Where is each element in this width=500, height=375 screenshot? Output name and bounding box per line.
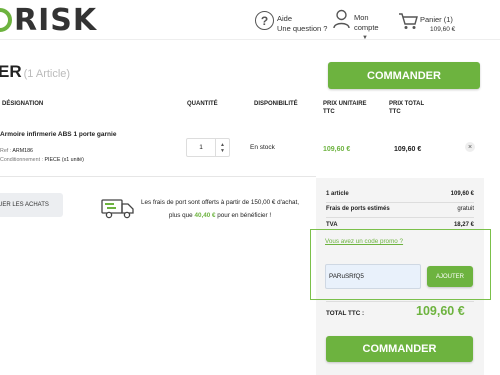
account-text: Mon compte ▼: [354, 13, 379, 43]
summary-tva: TVA 18,27 €: [326, 222, 474, 228]
shipping-value: gratuit: [457, 206, 474, 212]
header-total-price-line1: PRIX TOTAL: [389, 101, 425, 107]
tva-value: 18,27 €: [453, 222, 474, 228]
cond-label: Conditionnement :: [0, 156, 43, 163]
summary-divider: [326, 301, 474, 302]
logo-ring: [0, 8, 12, 32]
help-text: Aide Une question ?: [277, 14, 327, 34]
product-meta: Ref : ARM186 Conditionnement : PIECE (x1…: [0, 147, 84, 164]
logo-text: RISK: [14, 2, 98, 38]
header-availability: DISPONIBILITÉ: [254, 101, 298, 107]
account-line1: Mon: [354, 13, 369, 22]
availability-status: En stock: [250, 144, 275, 151]
help-link[interactable]: ? Aide Une question ?: [255, 9, 327, 34]
cart-total: 109,60 €: [430, 26, 456, 33]
help-line2: Une question ?: [277, 24, 328, 33]
commander-button-top[interactable]: COMMANDER: [328, 62, 480, 89]
header-designation: DÉSIGNATION: [2, 101, 44, 107]
chevron-down-icon[interactable]: ▼: [220, 148, 225, 154]
header-unit-price: PRIX UNITAIRE TTC: [323, 100, 367, 116]
unit-price: 109,60 €: [323, 146, 351, 153]
summary-shipping: Frais de ports estimés gratuit: [326, 206, 474, 212]
header-unit-price-line1: PRIX UNITAIRE: [323, 101, 367, 107]
shipping-line2-post: pour en bénéficier !: [217, 212, 272, 219]
row-divider: [0, 176, 316, 177]
total-label: TOTAL TTC :: [326, 310, 365, 317]
articles-label: 1 article: [326, 191, 349, 197]
cart-icon: [399, 13, 418, 29]
summary-articles: 1 article 109,60 €: [326, 191, 474, 197]
page-title-text: ER: [0, 62, 22, 81]
cart-text: Panier (1) 109,60 €: [420, 15, 455, 35]
total-value: 109,60 €: [416, 304, 465, 318]
ref-label: Ref :: [0, 148, 12, 154]
summary-divider: [326, 202, 474, 203]
total-price: 109,60 €: [394, 146, 422, 153]
help-line1: Aide: [277, 14, 293, 23]
logo[interactable]: RISK: [0, 2, 98, 38]
account-icon: [333, 9, 350, 29]
articles-value: 109,60 €: [450, 191, 474, 197]
account-link[interactable]: Mon compte ▼: [333, 9, 379, 43]
account-line2: compte: [354, 23, 379, 32]
quantity-input[interactable]: 1: [187, 139, 215, 156]
shipping-remaining-amount: 40,40 €: [194, 212, 216, 219]
chevron-down-icon: ▼: [362, 35, 368, 41]
cart-label: Panier (1): [420, 15, 453, 24]
truck-icon: [101, 199, 134, 219]
shipping-info: Les frais de port sont offerts à partir …: [135, 196, 305, 222]
page-title: ER (1 Article): [0, 62, 70, 82]
ref-value: ARM186: [12, 148, 33, 154]
quantity-stepper[interactable]: 1 ▲ ▼: [186, 138, 230, 157]
promo-highlight-box: [310, 229, 491, 300]
cond-value: PIECE (x1 unité): [44, 156, 84, 163]
header-quantity: QUANTITÉ: [187, 101, 218, 107]
continue-shopping-button[interactable]: UER LES ACHATS: [0, 193, 63, 217]
summary-divider: [326, 217, 474, 218]
cart-link[interactable]: Panier (1) 109,60 €: [398, 9, 455, 35]
help-icon: ?: [255, 11, 274, 30]
quantity-arrows[interactable]: ▲ ▼: [215, 139, 229, 156]
shipping-label: Frais de ports estimés: [326, 206, 390, 212]
shipping-line1: Les frais de port sont offerts à partir …: [141, 199, 299, 206]
product-name[interactable]: Armoire infirmerie ABS 1 porte garnie: [0, 131, 116, 138]
tva-label: TVA: [326, 222, 338, 228]
header-total-price-line2: TTC: [389, 109, 401, 115]
shipping-line2-pre: plus que: [168, 212, 193, 219]
commander-button-bottom[interactable]: COMMANDER: [326, 336, 473, 362]
header-total-price: PRIX TOTAL TTC: [389, 100, 424, 116]
item-count: (1 Article): [23, 68, 71, 80]
header-unit-price-line2: TTC: [323, 109, 335, 115]
remove-icon[interactable]: ×: [465, 142, 475, 152]
site-header: RISK ? Aide Une question ? Mon compte ▼ …: [0, 0, 500, 43]
